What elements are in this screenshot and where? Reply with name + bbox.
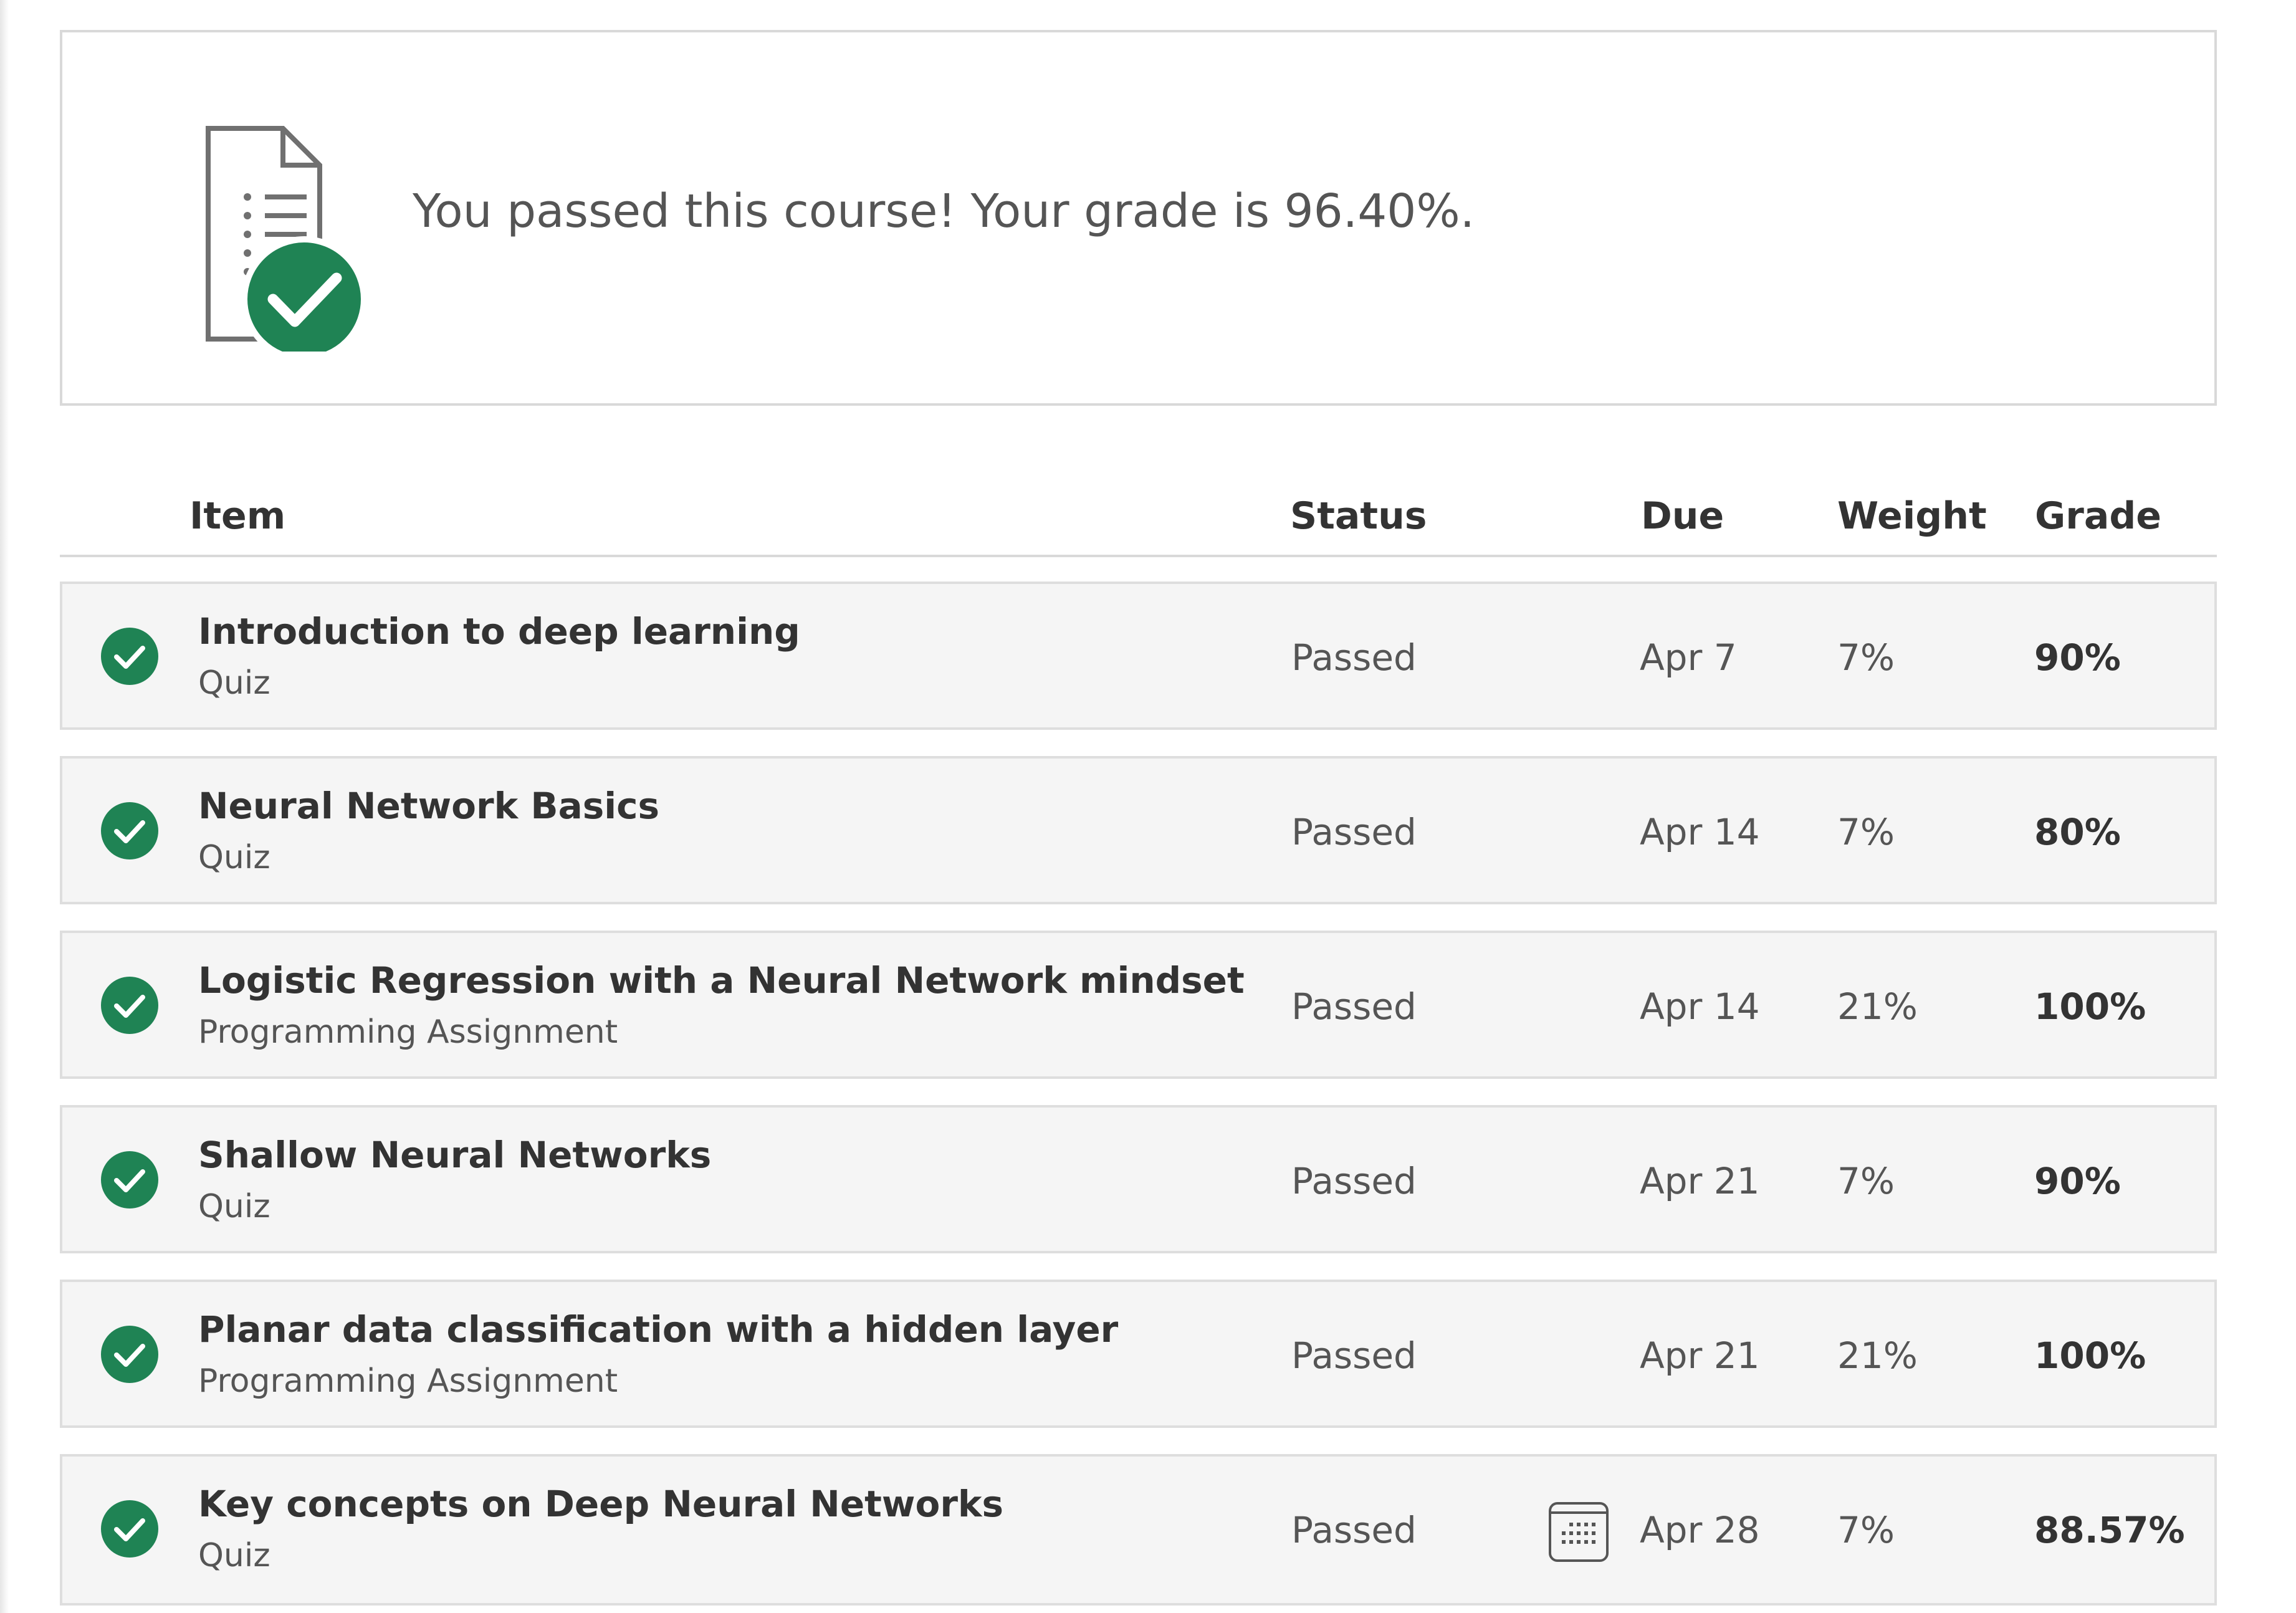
item-weight: 21% — [1837, 985, 1918, 1028]
item-weight: 7% — [1837, 636, 1895, 679]
item-due: Apr 14 — [1640, 985, 1760, 1028]
header-weight: Weight — [1837, 494, 1987, 538]
table-row[interactable]: Planar data classification with a hidden… — [60, 1280, 2217, 1428]
item-type: Quiz — [198, 664, 270, 702]
item-grade: 80% — [2034, 811, 2121, 853]
item-status: Passed — [1291, 1334, 1417, 1377]
item-grade: 100% — [2034, 985, 2146, 1028]
header-grade: Grade — [2035, 494, 2161, 538]
check-circle-icon — [101, 977, 158, 1034]
table-row[interactable]: Key concepts on Deep Neural Networks Qui… — [60, 1454, 2217, 1606]
header-status: Status — [1290, 494, 1427, 538]
page-edge-shadow — [0, 0, 9, 1613]
item-status: Passed — [1291, 985, 1417, 1028]
item-status: Passed — [1291, 811, 1417, 853]
item-status: Passed — [1291, 636, 1417, 679]
item-type: Programming Assignment — [198, 1362, 618, 1400]
header-item: Item — [189, 494, 286, 538]
item-grade: 90% — [2034, 636, 2121, 679]
item-due: Apr 21 — [1640, 1334, 1760, 1377]
calendar-icon[interactable] — [1547, 1500, 1610, 1564]
item-weight: 7% — [1837, 1160, 1895, 1202]
item-type: Quiz — [198, 1537, 270, 1574]
header-due: Due — [1641, 494, 1724, 538]
item-type: Quiz — [198, 839, 270, 876]
course-result-banner: You passed this course! Your grade is 96… — [60, 30, 2217, 406]
item-weight: 7% — [1837, 1509, 1895, 1551]
item-title[interactable]: Shallow Neural Networks — [198, 1134, 711, 1177]
table-row[interactable]: Logistic Regression with a Neural Networ… — [60, 931, 2217, 1079]
check-circle-icon — [101, 1500, 158, 1558]
item-grade: 90% — [2034, 1160, 2121, 1202]
item-weight: 21% — [1837, 1334, 1918, 1377]
check-circle-icon — [101, 1326, 158, 1383]
check-circle-icon — [101, 802, 158, 859]
table-row[interactable]: Neural Network Basics Quiz Passed Apr 14… — [60, 756, 2217, 904]
item-due: Apr 28 — [1640, 1509, 1760, 1551]
grades-table-header: Item Status Due Weight Grade — [60, 480, 2217, 557]
item-status: Passed — [1291, 1509, 1417, 1551]
table-row[interactable]: Shallow Neural Networks Quiz Passed Apr … — [60, 1105, 2217, 1253]
item-type: Programming Assignment — [198, 1013, 618, 1051]
item-grade: 88.57% — [2034, 1509, 2185, 1551]
check-circle-icon — [101, 1151, 158, 1209]
check-circle-icon — [101, 628, 158, 685]
item-status: Passed — [1291, 1160, 1417, 1202]
item-grade: 100% — [2034, 1334, 2146, 1377]
item-weight: 7% — [1837, 811, 1895, 853]
item-title[interactable]: Logistic Regression with a Neural Networ… — [198, 959, 1245, 1003]
item-type: Quiz — [198, 1188, 270, 1225]
item-due: Apr 14 — [1640, 811, 1760, 853]
item-title[interactable]: Introduction to deep learning — [198, 610, 800, 654]
table-row[interactable]: Introduction to deep learning Quiz Passe… — [60, 582, 2217, 730]
item-title[interactable]: Planar data classification with a hidden… — [198, 1308, 1118, 1352]
course-result-message: You passed this course! Your grade is 96… — [413, 184, 1475, 238]
document-check-icon — [206, 126, 367, 352]
item-title[interactable]: Neural Network Basics — [198, 785, 659, 828]
item-due: Apr 7 — [1640, 636, 1737, 679]
item-due: Apr 21 — [1640, 1160, 1760, 1202]
item-title[interactable]: Key concepts on Deep Neural Networks — [198, 1483, 1003, 1526]
